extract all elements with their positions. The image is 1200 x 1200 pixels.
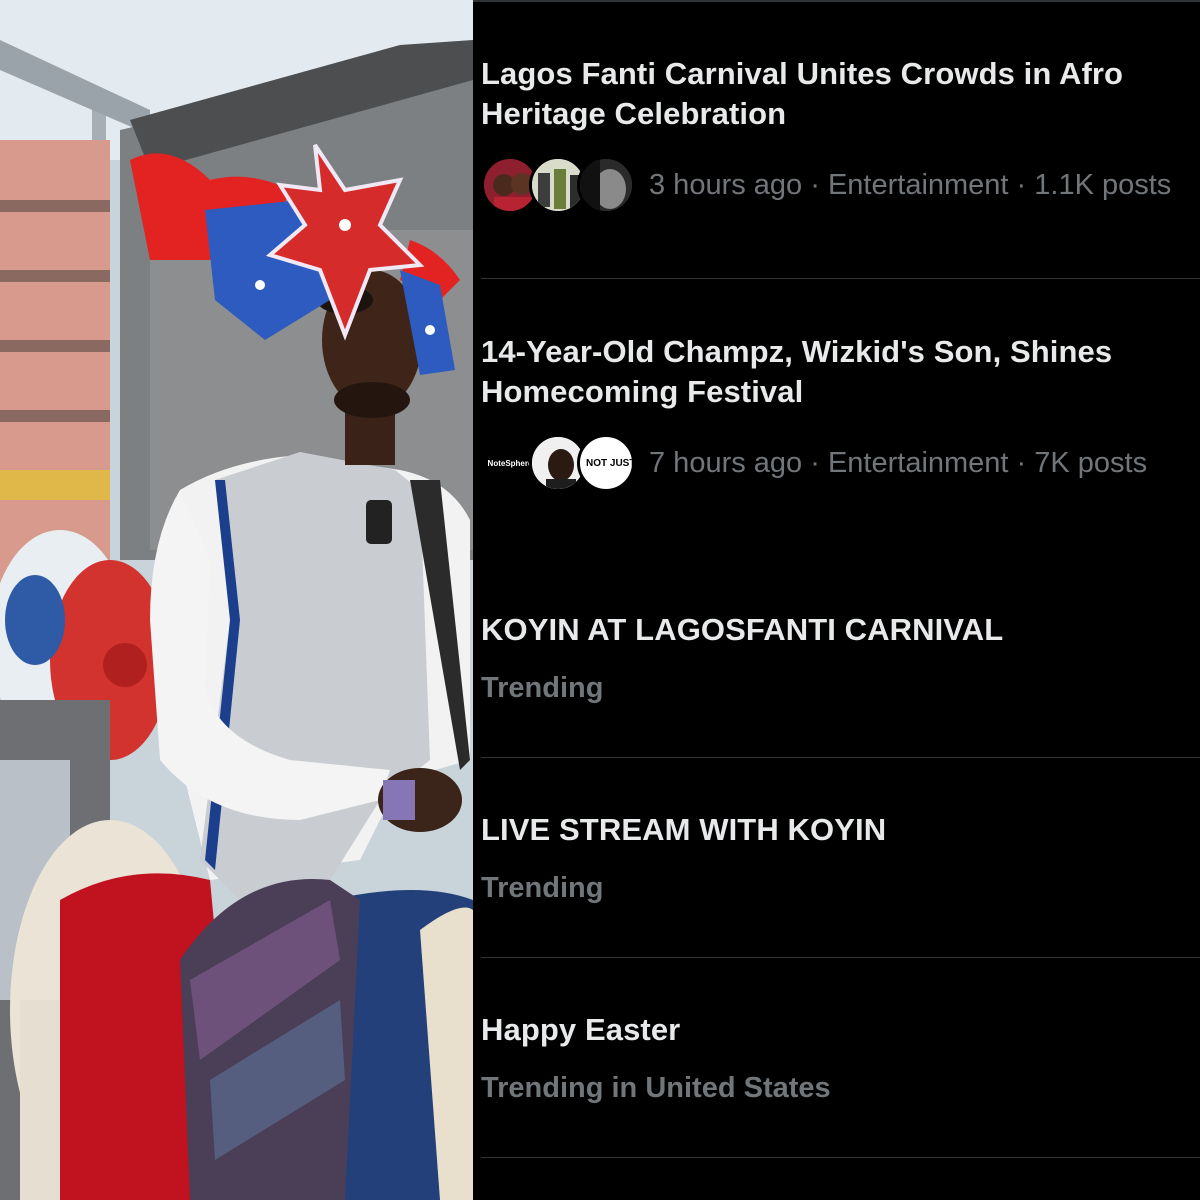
avatar-image-icon [580,159,632,211]
trend-subtitle: Trending in United States [481,1072,831,1104]
divider [481,1157,1200,1158]
trend-title-line-1: 14-Year-Old Champz, Wizkid's Son, Shines [481,334,1113,369]
avatar-label: NOT JUST OK [586,457,635,469]
trend-meta-text: 7 hours ago · Entertainment · 7K posts [649,446,1148,479]
trend-title: KOYIN AT LAGOSFANTI CARNIVAL [481,612,1004,647]
trend-item-champz-wizkid-son[interactable]: 14-Year-Old Champz, Wizkid's Son, Shines… [481,332,1200,492]
trend-title-line-2: Heritage Celebration [481,96,787,131]
trend-meta-row: 3 hours ago · Entertainment · 1.1K posts [481,156,1200,214]
top-divider [473,0,1200,2]
avatar-stack: NoteSphere NOT JUST OK [481,434,635,492]
trend-item-koyin-carnival[interactable]: KOYIN AT LAGOSFANTI CARNIVAL Trending [481,610,1200,705]
avatar-stack [481,156,635,214]
avatar [577,156,635,214]
avatar-label: NoteSphere [487,458,533,468]
trend-item-happy-easter[interactable]: Happy Easter Trending in United States [481,1010,1200,1105]
trend-item-lagos-fanti-carnival[interactable]: Lagos Fanti Carnival Unites Crowds in Af… [481,54,1200,214]
trend-title-line-2: Homecoming Festival [481,374,804,409]
trend-subtitle: Trending [481,872,604,904]
trends-feed: Lagos Fanti Carnival Unites Crowds in Af… [473,0,1200,1200]
trend-title: LIVE STREAM WITH KOYIN [481,812,887,847]
trend-title: Happy Easter [481,1012,681,1047]
trend-title-line-1: Lagos Fanti Carnival Unites Crowds in Af… [481,56,1124,91]
carnival-photo-illustration [0,0,473,1200]
trend-item-live-stream-koyin[interactable]: LIVE STREAM WITH KOYIN Trending [481,810,1200,905]
trend-subtitle: Trending [481,672,604,704]
trend-title: 14-Year-Old Champz, Wizkid's Son, Shines… [481,332,1200,412]
trend-meta-text: 3 hours ago · Entertainment · 1.1K posts [649,168,1172,201]
trend-title: Lagos Fanti Carnival Unites Crowds in Af… [481,54,1200,134]
divider [481,278,1200,279]
divider [481,957,1200,958]
trend-meta-row: NoteSphere NOT JUST OK 7 hours ago · Ent… [481,434,1200,492]
carnival-photo[interactable] [0,0,473,1200]
avatar-notjustok: NOT JUST OK [577,434,635,492]
divider [481,757,1200,758]
